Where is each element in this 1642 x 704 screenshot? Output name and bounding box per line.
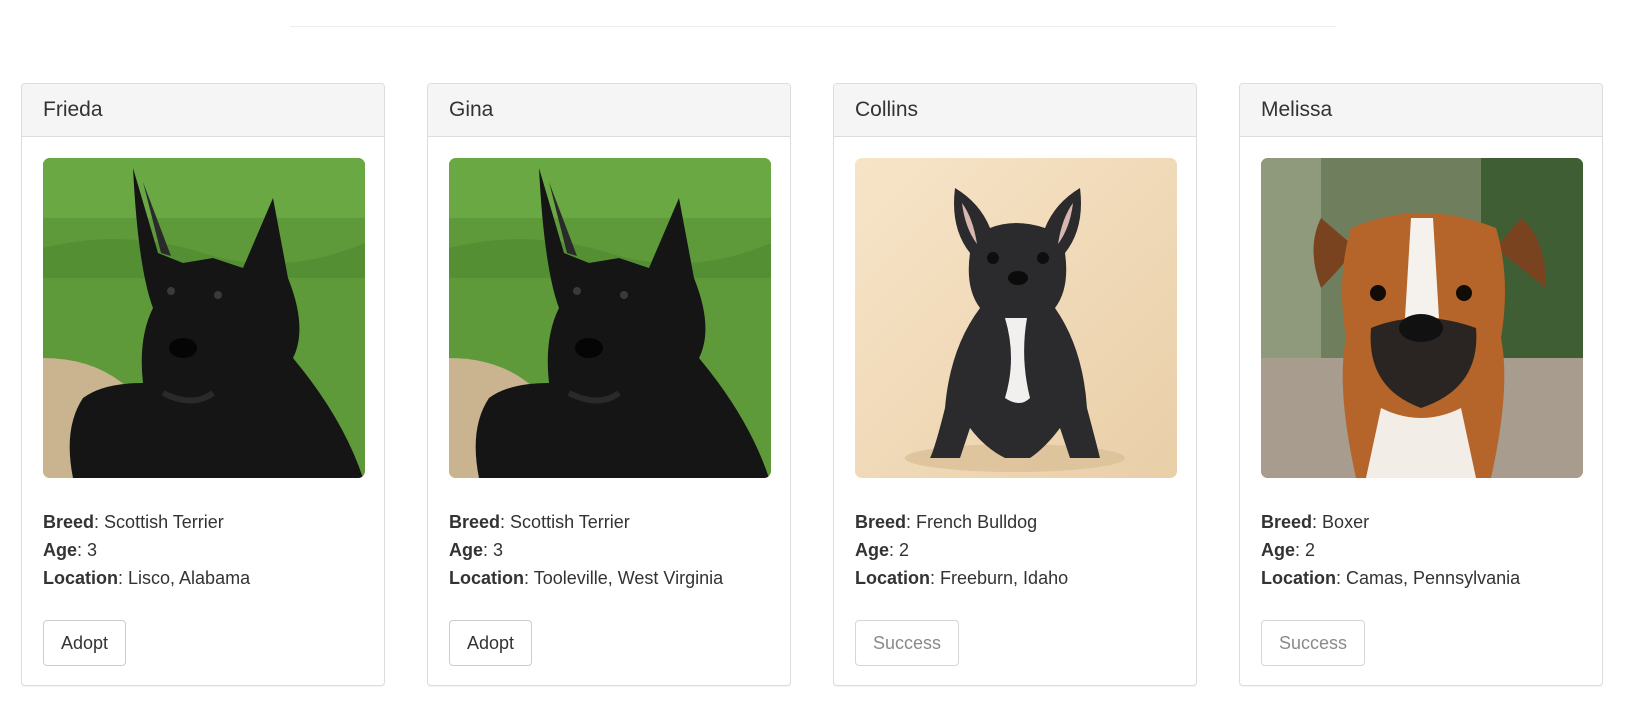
location-value: Freeburn, Idaho (940, 568, 1069, 588)
pet-info: Breed: Scottish Terrier Age: 3 Location:… (43, 508, 363, 592)
scottish-terrier-photo (43, 158, 365, 478)
location-line: Location: Lisco, Alabama (43, 568, 251, 588)
location-value: Tooleville, West Virginia (533, 568, 724, 588)
breed-line: Breed: Scottish Terrier (449, 512, 630, 532)
age-value: 2 (899, 540, 910, 560)
location-line: Location: Tooleville, West Virginia (449, 568, 724, 588)
age-value: 2 (1305, 540, 1316, 560)
breed-value: Boxer (1322, 512, 1370, 532)
french-bulldog-photo (855, 158, 1177, 478)
top-divider (290, 26, 1336, 27)
adopt-button[interactable]: Success (1261, 620, 1366, 666)
pet-name: Frieda (22, 84, 384, 137)
breed-line: Breed: Scottish Terrier (43, 512, 224, 532)
pet-shop-page: Frieda Breed: Scottish Terrier Age: 3 Lo… (0, 0, 1642, 704)
location-line: Location: Freeburn, Idaho (855, 568, 1069, 588)
pet-name: Gina (428, 84, 790, 137)
breed-line: Breed: French Bulldog (855, 512, 1038, 532)
breed-line: Breed: Boxer (1261, 512, 1370, 532)
pet-list: Frieda Breed: Scottish Terrier Age: 3 Lo… (21, 83, 1603, 686)
breed-value: Scottish Terrier (104, 512, 224, 532)
breed-value: French Bulldog (916, 512, 1038, 532)
scottish-terrier-photo (449, 158, 771, 478)
location-value: Lisco, Alabama (128, 568, 251, 588)
age-value: 3 (493, 540, 504, 560)
breed-value: Scottish Terrier (510, 512, 630, 532)
pet-card: Gina Breed: Scottish Terrier Age: 3 Loca… (427, 83, 791, 686)
pet-info: Breed: French Bulldog Age: 2 Location: F… (855, 508, 1175, 592)
pet-card: Melissa Breed: Boxer Age: 2 Location: Ca… (1239, 83, 1603, 686)
pet-name: Collins (834, 84, 1196, 137)
age-line: Age: 2 (855, 540, 910, 560)
age-line: Age: 2 (1261, 540, 1316, 560)
age-value: 3 (87, 540, 98, 560)
adopt-button[interactable]: Adopt (43, 620, 127, 666)
pet-card: Collins Breed: French Bulldog Age: 2 Loc… (833, 83, 1197, 686)
location-line: Location: Camas, Pennsylvania (1261, 568, 1521, 588)
age-line: Age: 3 (449, 540, 504, 560)
age-line: Age: 3 (43, 540, 98, 560)
boxer-photo (1261, 158, 1583, 478)
adopt-button[interactable]: Success (855, 620, 960, 666)
pet-name: Melissa (1240, 84, 1602, 137)
pet-info: Breed: Scottish Terrier Age: 3 Location:… (449, 508, 769, 592)
pet-card: Frieda Breed: Scottish Terrier Age: 3 Lo… (21, 83, 385, 686)
location-value: Camas, Pennsylvania (1346, 568, 1521, 588)
pet-info: Breed: Boxer Age: 2 Location: Camas, Pen… (1261, 508, 1581, 592)
adopt-button[interactable]: Adopt (449, 620, 533, 666)
